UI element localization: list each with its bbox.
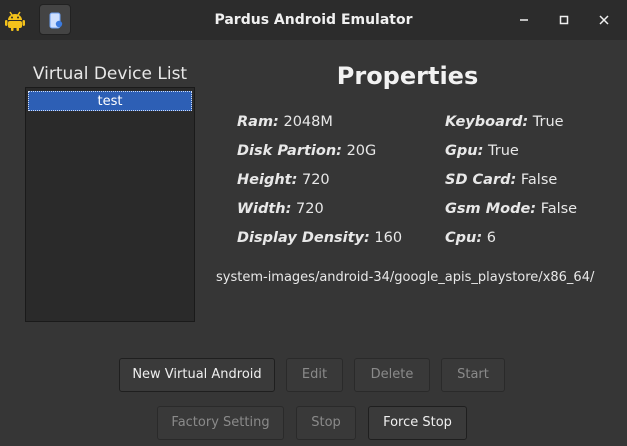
property-gpu: Gpu: True	[445, 143, 519, 159]
property-sd-card: SD Card: False	[445, 172, 557, 188]
property-value: 20G	[346, 143, 377, 159]
property-ram: Ram: 2048M	[237, 114, 333, 130]
property-key: Gsm Mode:	[445, 201, 537, 217]
property-height: Height: 720	[237, 172, 330, 188]
close-icon[interactable]	[595, 11, 613, 29]
property-key: Keyboard:	[445, 114, 529, 130]
property-value: True	[488, 143, 519, 159]
edit-button[interactable]: Edit	[286, 358, 343, 392]
property-value: 160	[374, 230, 403, 246]
property-key: Width:	[237, 201, 292, 217]
property-value: True	[532, 114, 564, 130]
virtual-device-list[interactable]: test	[25, 87, 195, 322]
property-key: Display Density:	[237, 230, 370, 246]
property-value: False	[540, 201, 578, 217]
property-key: Height:	[237, 172, 298, 188]
title-bar: Pardus Android Emulator	[0, 0, 627, 40]
property-display-density: Display Density: 160	[237, 230, 402, 246]
property-value: 720	[296, 201, 324, 217]
property-width: Width: 720	[237, 201, 324, 217]
property-value: 6	[486, 230, 496, 246]
property-key: Gpu:	[445, 143, 484, 159]
property-gsm-mode: Gsm Mode: False	[445, 201, 577, 217]
property-key: Cpu:	[445, 230, 483, 246]
minimize-icon[interactable]	[515, 11, 533, 29]
maximize-icon[interactable]	[555, 11, 573, 29]
stop-button[interactable]: Stop	[296, 406, 356, 440]
properties-heading: Properties	[336, 62, 479, 90]
new-virtual-android-button[interactable]: New Virtual Android	[119, 358, 275, 392]
start-button[interactable]: Start	[441, 358, 505, 392]
property-key: Ram:	[237, 114, 279, 130]
delete-button[interactable]: Delete	[354, 358, 430, 392]
device-list-title: Virtual Device List	[32, 64, 188, 84]
property-key: Disk Partion:	[237, 143, 342, 159]
property-value: 720	[301, 172, 330, 188]
property-disk-partion: Disk Partion: 20G	[237, 143, 376, 159]
property-key: SD Card:	[445, 172, 517, 188]
property-value: 2048M	[283, 114, 333, 130]
property-value: False	[520, 172, 558, 188]
system-image-path: system-images/android-34/google_apis_pla…	[216, 270, 595, 285]
property-keyboard: Keyboard: True	[445, 114, 564, 130]
property-cpu: Cpu: 6	[445, 230, 496, 246]
device-list-item[interactable]: test	[28, 91, 192, 111]
force-stop-button[interactable]: Force Stop	[368, 406, 467, 440]
factory-setting-button[interactable]: Factory Setting	[157, 406, 284, 440]
